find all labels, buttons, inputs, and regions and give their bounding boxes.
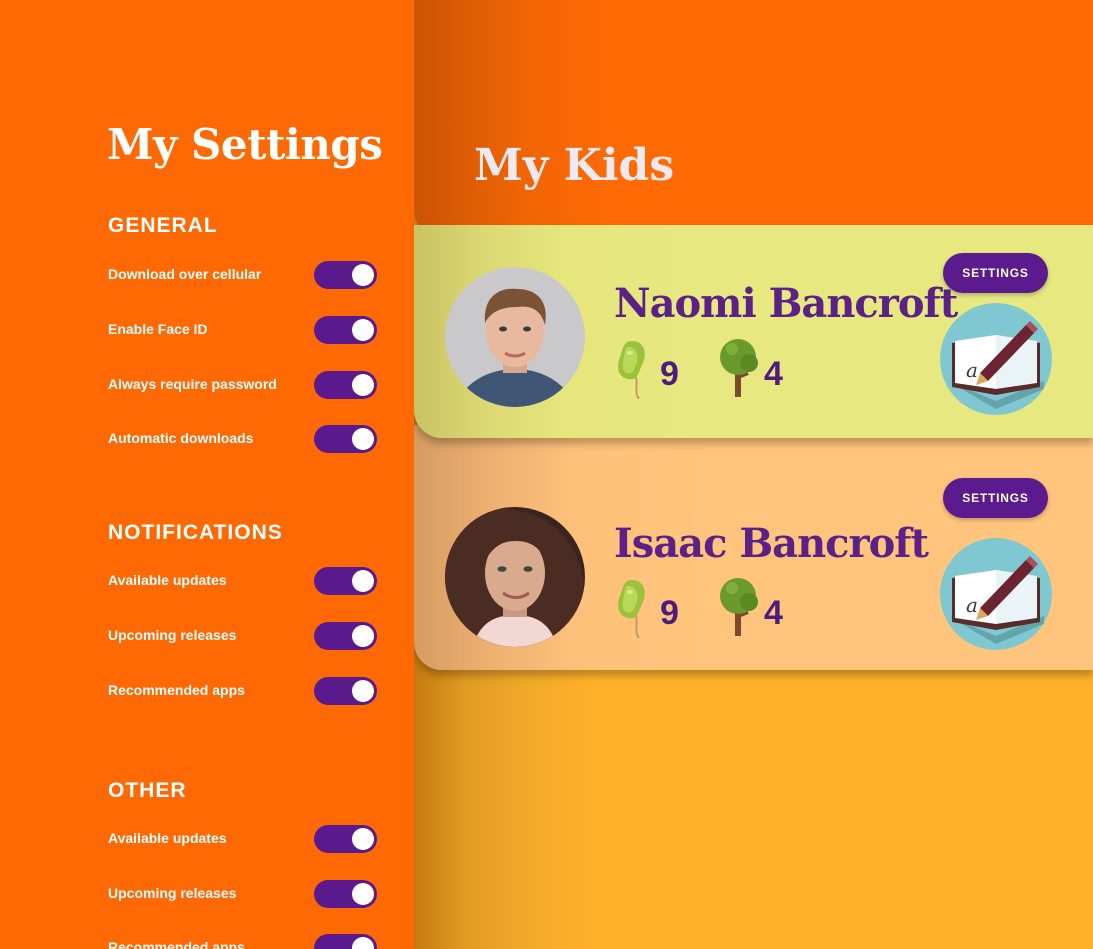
always-require-password-toggle[interactable]: [314, 371, 377, 399]
settings-title: My Settings: [107, 120, 383, 169]
setting-label: Upcoming releases: [108, 627, 237, 643]
settings-sidebar: My Settings GENERAL Download over cellul…: [0, 0, 414, 949]
setting-row-download-over-cellular: Download over cellular: [108, 260, 378, 290]
setting-label: Automatic downloads: [108, 430, 254, 446]
toggle-knob: [352, 680, 374, 702]
seed-count: 9: [660, 594, 679, 632]
kid-settings-button[interactable]: SETTINGS: [943, 478, 1048, 518]
setting-row-upcoming-releases: Upcoming releases: [108, 621, 378, 651]
toggle-knob: [352, 264, 374, 286]
setting-row-available-updates: Available updates: [108, 824, 378, 854]
setting-label: Available updates: [108, 572, 227, 588]
kid-card-naomi: Naomi Bancroft 9 4 SETTINGS: [414, 225, 1093, 438]
notifications-available-updates-toggle[interactable]: [314, 567, 377, 595]
tree-icon: [716, 337, 760, 397]
setting-label: Always require password: [108, 376, 277, 392]
kid-card-isaac: Isaac Bancroft 9 4 SETTINGS: [414, 425, 1093, 670]
toggle-knob: [352, 374, 374, 396]
kids-header: My Kids: [414, 0, 1093, 238]
seed-count: 9: [660, 355, 679, 393]
other-recommended-apps-toggle[interactable]: [314, 934, 377, 949]
tree-icon: [716, 576, 760, 636]
book-pen-icon[interactable]: [940, 538, 1052, 650]
setting-row-enable-face-id: Enable Face ID: [108, 315, 378, 345]
kid-name: Naomi Bancroft: [614, 280, 958, 327]
toggle-knob: [352, 937, 374, 949]
automatic-downloads-toggle[interactable]: [314, 425, 377, 453]
setting-label: Upcoming releases: [108, 885, 237, 901]
other-upcoming-releases-toggle[interactable]: [314, 880, 377, 908]
setting-row-automatic-downloads: Automatic downloads: [108, 424, 378, 454]
setting-label: Enable Face ID: [108, 321, 208, 337]
toggle-knob: [352, 570, 374, 592]
notifications-recommended-apps-toggle[interactable]: [314, 677, 377, 705]
kid-name: Isaac Bancroft: [614, 520, 929, 567]
setting-label: Recommended apps: [108, 939, 245, 949]
enable-face-id-toggle[interactable]: [314, 316, 377, 344]
tree-count: 4: [764, 594, 783, 632]
avatar: [445, 267, 585, 407]
toggle-knob: [352, 828, 374, 850]
tree-count: 4: [764, 355, 783, 393]
kid-settings-button[interactable]: SETTINGS: [943, 253, 1048, 293]
setting-row-recommended-apps: Recommended apps: [108, 676, 378, 706]
toggle-knob: [352, 625, 374, 647]
section-heading-general: GENERAL: [108, 214, 218, 237]
toggle-knob: [352, 428, 374, 450]
toggle-knob: [352, 319, 374, 341]
setting-label: Recommended apps: [108, 682, 245, 698]
setting-row-upcoming-releases: Upcoming releases: [108, 879, 378, 909]
seed-icon: [614, 339, 654, 399]
setting-row-always-require-password: Always require password: [108, 370, 378, 400]
toggle-knob: [352, 883, 374, 905]
avatar: [445, 507, 585, 647]
seed-icon: [614, 578, 654, 638]
setting-label: Available updates: [108, 830, 227, 846]
section-heading-other: OTHER: [108, 779, 187, 802]
setting-row-available-updates: Available updates: [108, 566, 378, 596]
book-pen-icon[interactable]: [940, 303, 1052, 415]
section-heading-notifications: NOTIFICATIONS: [108, 521, 283, 544]
download-over-cellular-toggle[interactable]: [314, 261, 377, 289]
setting-label: Download over cellular: [108, 266, 262, 282]
notifications-upcoming-releases-toggle[interactable]: [314, 622, 377, 650]
setting-row-recommended-apps: Recommended apps: [108, 933, 378, 949]
other-available-updates-toggle[interactable]: [314, 825, 377, 853]
kids-title: My Kids: [474, 140, 675, 191]
kids-panel: My Kids Naomi Bancroft 9 4 SETTINGS Isaa…: [414, 0, 1093, 949]
